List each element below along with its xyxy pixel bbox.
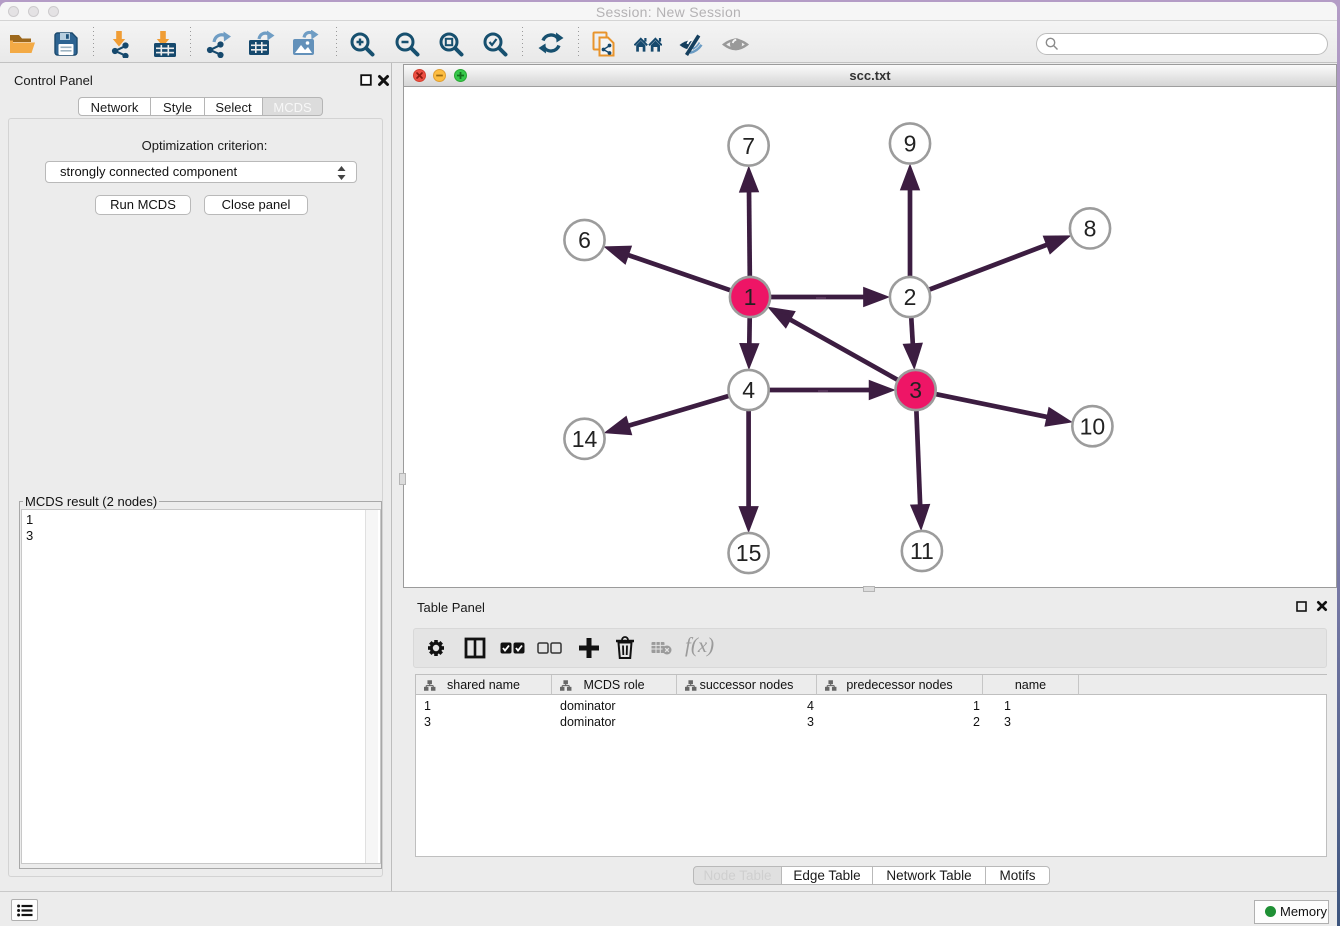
svg-text:15: 15 — [736, 540, 762, 566]
svg-text:11: 11 — [910, 538, 934, 564]
svg-text:3: 3 — [909, 377, 922, 403]
svg-text:1: 1 — [744, 284, 757, 310]
svg-text:14: 14 — [572, 426, 598, 452]
svg-text:6: 6 — [578, 227, 591, 253]
svg-text:7: 7 — [742, 133, 755, 159]
svg-text:2: 2 — [904, 284, 917, 310]
svg-text:9: 9 — [904, 131, 917, 157]
svg-text:4: 4 — [742, 377, 755, 403]
svg-text:8: 8 — [1084, 216, 1097, 242]
svg-text:10: 10 — [1080, 413, 1106, 439]
